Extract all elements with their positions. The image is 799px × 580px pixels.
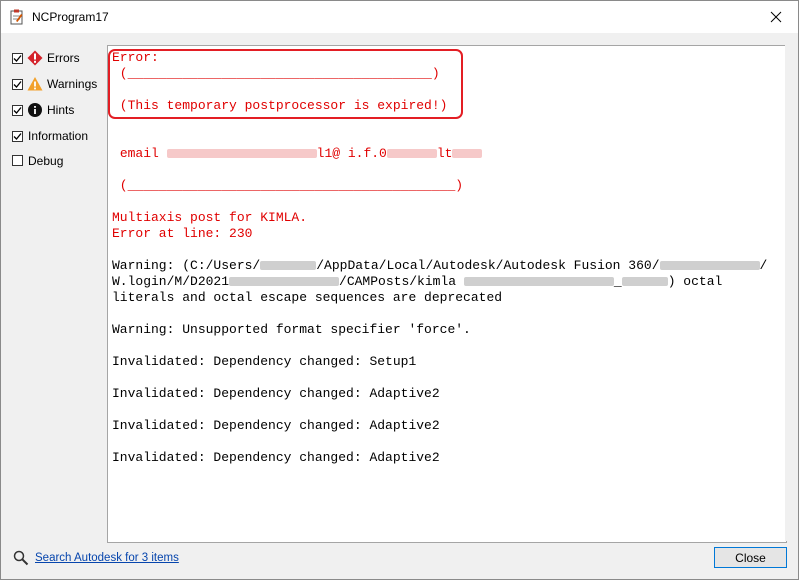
warning-icon [27,76,43,92]
window-title: NCProgram17 [32,10,109,24]
path-segment: Warning: (C:/Users/ [112,258,261,273]
window-close-button[interactable] [762,5,790,29]
filter-warnings[interactable]: Warnings [12,71,107,97]
path-segment: /CAMPosts/kimla [339,274,457,289]
nc-program-dialog: NCProgram17 Errors Warnings Hints Inform… [0,0,799,580]
email-tail: lt [436,146,453,161]
filter-label: Hints [47,103,75,117]
close-icon [770,11,782,23]
filter-label: Information [28,129,89,143]
log-line: Error at line: 230 [112,226,253,241]
filter-hints[interactable]: Hints [12,97,107,123]
log-line: Multiaxis post for KIMLA. [112,210,308,225]
filter-label: Errors [47,51,80,65]
email-label: email [119,146,159,161]
log-scrollbar-track[interactable] [785,45,797,541]
message-filters: Errors Warnings Hints Information Debug [12,45,107,172]
log-line: (This temporary postprocessor is expired… [112,98,448,113]
redacted-text [452,149,483,159]
path-segment: /AppData/Local/Autodesk/Autodesk Fusion … [316,258,660,273]
path-segment: W.login/M/D2021 [112,274,230,289]
close-button[interactable]: Close [714,547,787,568]
errors-checkbox[interactable] [12,52,23,64]
email-tail: l1@ i.f.0 [316,146,387,161]
path-segment: _ [613,274,622,289]
log-line: Invalidated: Dependency changed: Setup1 [112,354,417,369]
path-segment: / [759,258,768,273]
redacted-text [229,277,340,287]
path-segment: ) octal [667,274,723,289]
warnings-checkbox[interactable] [12,78,23,90]
debug-checkbox[interactable] [12,155,23,166]
log-line: (_______________________________________… [112,66,440,81]
information-checkbox[interactable] [12,130,23,142]
error-icon [27,50,43,66]
filter-label: Warnings [47,77,98,91]
redacted-text [659,261,760,271]
log-line-email: email l1@ i.f.0 lt [112,146,483,161]
message-log[interactable]: Error: (________________________________… [107,45,787,543]
log-line-warning-path: W.login/M/D2021/CAMPosts/kimla _ ) octal [112,274,722,289]
log-line: (_______________________________________… [112,178,464,193]
redacted-text [621,277,668,287]
log-line: Invalidated: Dependency changed: Adaptiv… [112,418,440,433]
filter-errors[interactable]: Errors [12,45,107,71]
title-bar: NCProgram17 [1,1,798,33]
filter-information[interactable]: Information [12,123,107,149]
log-line: Error: [112,50,159,65]
filter-debug[interactable]: Debug [12,149,107,172]
log-line: Invalidated: Dependency changed: Adaptiv… [112,386,440,401]
redacted-text [166,149,317,159]
nc-program-icon [10,9,24,25]
redacted-text [260,261,317,271]
log-line-warning-path: Warning: (C:/Users/ /AppData/Local/Autode… [112,258,767,273]
redacted-text [463,277,614,287]
redacted-text [386,149,437,159]
hint-icon [27,102,43,118]
log-line: literals and octal escape sequences are … [112,290,503,305]
filter-label: Debug [28,153,64,168]
log-line: Warning: Unsupported format specifier 'f… [112,322,471,337]
search-autodesk[interactable]: Search Autodesk for 3 items [13,550,179,566]
search-autodesk-link[interactable]: Search Autodesk for 3 items [35,552,179,564]
hints-checkbox[interactable] [12,104,23,116]
log-line: Invalidated: Dependency changed: Adaptiv… [112,450,440,465]
search-icon [13,550,29,566]
